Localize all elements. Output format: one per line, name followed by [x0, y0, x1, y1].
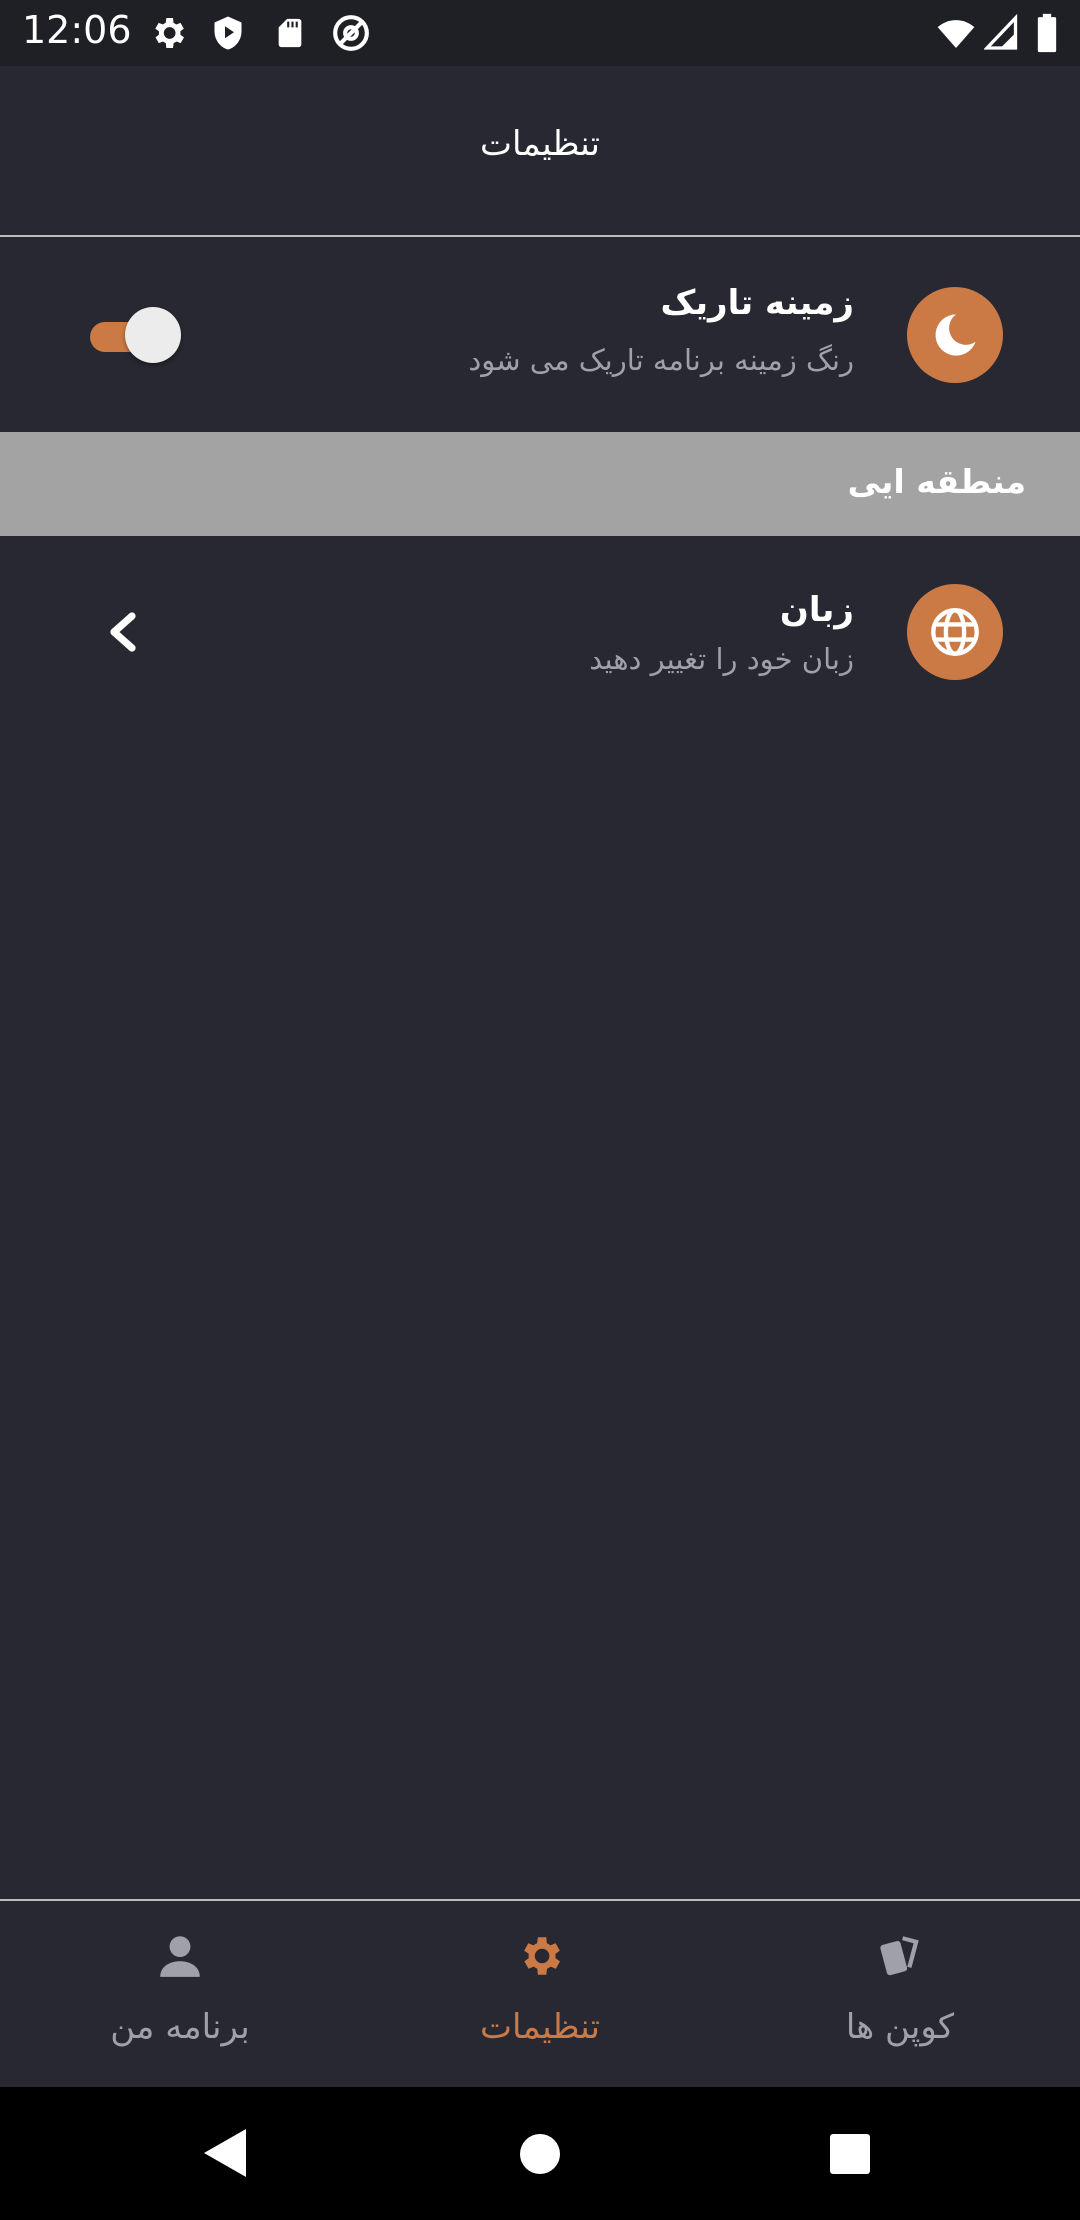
shield-play-icon — [214, 16, 242, 50]
nav-label-settings: تنظیمات — [480, 2007, 600, 2047]
section-title: منطقه ایی — [847, 462, 1026, 501]
home-icon[interactable] — [519, 2133, 561, 2175]
dark-mode-icon-circle — [907, 287, 1003, 383]
bottom-nav: برنامه من تنظیمات کوپن ها — [0, 1901, 1080, 2087]
back-icon[interactable] — [202, 2127, 248, 2179]
signal-icon — [984, 13, 1018, 50]
section-header: منطقه ایی — [0, 432, 1080, 536]
wifi-icon — [937, 20, 975, 48]
toggle-thumb — [125, 307, 181, 363]
at-sign-icon — [333, 15, 369, 51]
nav-item-my-program[interactable]: برنامه من — [0, 1901, 360, 2087]
status-time: 12:06 — [22, 8, 132, 52]
app-bar: تنظیمات — [0, 66, 1080, 236]
language-row[interactable]: زبان زبان خود را تغییر دهید — [0, 536, 1080, 726]
nav-item-settings[interactable]: تنظیمات — [360, 1901, 720, 2087]
language-subtitle: زبان خود را تغییر دهید — [589, 642, 854, 676]
globe-icon — [931, 608, 979, 656]
language-icon-circle — [907, 584, 1003, 680]
dark-mode-toggle[interactable] — [90, 307, 182, 363]
dark-mode-title: زمینه تاریک — [660, 283, 854, 323]
nav-label-my-program: برنامه من — [110, 2007, 250, 2047]
dark-mode-subtitle: رنگ زمینه برنامه تاریک می شود — [468, 343, 854, 377]
moon-icon — [935, 314, 976, 356]
status-bar: 12:06 — [0, 0, 1080, 66]
page-title: تنظیمات — [480, 124, 600, 164]
gear-icon — [155, 18, 184, 48]
language-title: زبان — [779, 590, 854, 630]
gear-icon — [524, 1937, 560, 1975]
chevron-left-icon[interactable] — [104, 610, 140, 654]
dark-mode-row[interactable]: زمینه تاریک رنگ زمینه برنامه تاریک می شو… — [0, 237, 1080, 432]
recents-icon[interactable] — [829, 2133, 871, 2175]
coupons-icon — [880, 1936, 919, 1976]
nav-label-coupons: کوپن ها — [845, 2007, 955, 2047]
battery-icon — [1037, 13, 1057, 53]
sd-card-icon — [278, 18, 302, 48]
person-icon — [160, 1936, 200, 1977]
nav-item-coupons[interactable]: کوپن ها — [720, 1901, 1080, 2087]
system-nav-bar — [0, 2087, 1080, 2220]
